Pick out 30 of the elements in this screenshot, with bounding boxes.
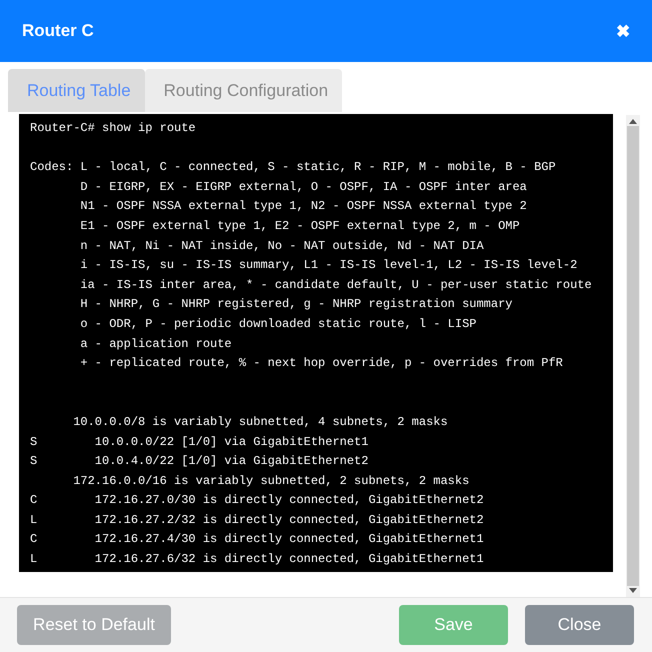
terminal-line: C 172.16.27.4/30 is directly connected, GigabitEthernet1	[30, 531, 485, 548]
terminal-line: n - NAT, Ni - NAT inside, No - NAT outside, Nd - NAT DIA	[79, 238, 485, 255]
terminal-line: + - replicated route, % - next hop override, p - overrides from PfR	[79, 355, 564, 372]
terminal-line: o - ODR, P - periodic downloaded static route, l - LISP	[79, 316, 478, 333]
terminal-line: Router-C# show ip route	[30, 120, 197, 137]
save-button[interactable]: Save	[399, 605, 508, 645]
terminal-line: 10.0.0.0/8 is variably subnetted, 4 subnets, 2 masks	[72, 414, 449, 431]
terminal-line: L 172.16.27.6/32 is directly connected, GigabitEthernet1	[30, 551, 485, 568]
terminal-line: a - application route	[79, 336, 233, 353]
terminal-line: S 10.0.4.0/22 [1/0] via GigabitEthernet2	[30, 453, 370, 470]
terminal-line: L 172.16.27.2/32 is directly connected, GigabitEthernet2	[30, 512, 485, 529]
terminal-line: E1 - OSPF external type 1, E2 - OSPF external type 2, m - OMP	[79, 218, 521, 235]
scroll-down-icon[interactable]	[629, 588, 637, 593]
tab[interactable]: Routing Table	[8, 69, 145, 112]
terminal-line: i - IS-IS, su - IS-IS summary, L1 - IS-IS level-1, L2 - IS-IS level-2	[79, 257, 578, 274]
tab[interactable]: Routing Configuration	[144, 69, 342, 112]
terminal-line: N1 - OSPF NSSA external type 1, N2 - OSPF NSSA external type 2	[79, 198, 528, 216]
terminal-line: C 172.16.27.0/30 is directly connected, GigabitEthernet2	[30, 492, 485, 510]
reset-button[interactable]: Reset to Default	[17, 605, 171, 645]
close-button[interactable]: Close	[525, 605, 634, 645]
scroll-up-icon[interactable]	[629, 119, 637, 124]
window-title: Router C	[22, 21, 94, 41]
terminal-line: Codes: L - local, C - connected, S - static, R - RIP, M - mobile, B - BGP	[30, 159, 557, 176]
close-button[interactable]: ✖	[616, 20, 630, 42]
terminal-line: H - NHRP, G - NHRP registered, g - NHRP registration summary	[79, 296, 514, 314]
scrollbar[interactable]	[626, 115, 640, 597]
terminal-line: D - EIGRP, EX - EIGRP external, O - OSPF, IA - OSPF inter area	[79, 178, 528, 196]
terminal-line: 172.16.0.0/16 is variably subnetted, 2 subnets, 2 masks	[72, 472, 470, 490]
terminal-line: S 10.0.0.0/22 [1/0] via GigabitEthernet1	[30, 434, 370, 450]
terminal-line: ia - IS-IS inter area, * - candidate default, U - per-user static route	[79, 276, 593, 294]
